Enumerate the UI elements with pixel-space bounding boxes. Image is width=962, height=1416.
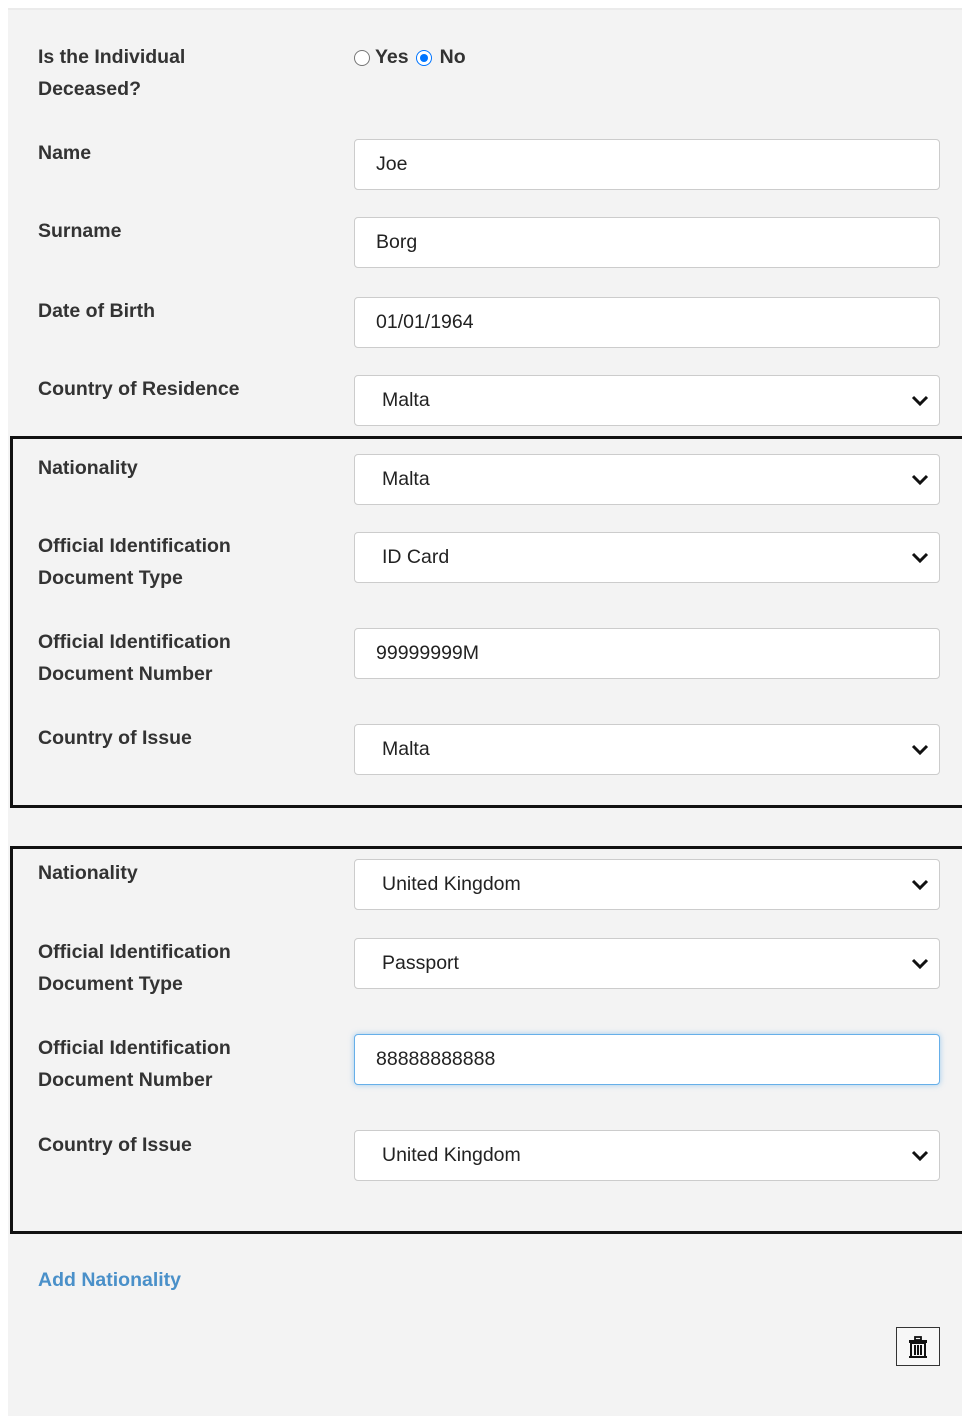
deceased-yes-radio[interactable] [354, 49, 370, 66]
deceased-label-line2: Deceased? [38, 78, 141, 100]
name-value: Joe [376, 153, 408, 175]
doc-type-label-2: Official Identification Document Type [38, 936, 231, 1000]
doc-number-label-2-line2: Document Number [38, 1069, 213, 1091]
doc-number-label-2-line1: Official Identification [38, 1037, 231, 1059]
deceased-yes-label[interactable]: Yes [375, 46, 409, 69]
chevron-down-icon [911, 474, 929, 485]
surname-value: Borg [376, 231, 418, 253]
deceased-no-label[interactable]: No [440, 46, 466, 69]
chevron-down-icon [911, 958, 929, 969]
chevron-down-icon [911, 395, 929, 406]
nationality-label-2: Nationality [38, 862, 138, 884]
dob-label: Date of Birth [38, 300, 155, 322]
doc-number-label-1-line2: Document Number [38, 663, 213, 685]
doc-type-label-2-line2: Document Type [38, 973, 183, 995]
doc-type-select-1[interactable]: ID Card [354, 532, 940, 583]
nationality-select-2[interactable]: United Kingdom [354, 859, 940, 910]
nationality-select-1[interactable]: Malta [354, 454, 940, 505]
issue-select-2[interactable]: United Kingdom [354, 1130, 940, 1181]
doc-number-value-2: 88888888888 [376, 1048, 496, 1070]
add-nationality-link[interactable]: Add Nationality [38, 1264, 181, 1296]
doc-type-value-2: Passport [382, 952, 459, 974]
surname-input[interactable]: Borg [354, 217, 940, 268]
deceased-radio-group: Yes No [354, 46, 466, 69]
chevron-down-icon [911, 1150, 929, 1161]
residence-select[interactable]: Malta [354, 375, 940, 426]
doc-type-label-1-line2: Document Type [38, 567, 183, 589]
trash-icon [909, 1335, 927, 1358]
residence-value: Malta [382, 389, 430, 411]
doc-type-value-1: ID Card [382, 546, 450, 568]
doc-number-input-1[interactable]: 99999999M [354, 628, 940, 679]
dob-value: 01/01/1964 [376, 311, 474, 333]
chevron-down-icon [911, 552, 929, 563]
name-label: Name [38, 142, 92, 164]
chevron-down-icon [911, 879, 929, 890]
delete-button[interactable] [896, 1327, 940, 1366]
issue-label-2: Country of Issue [38, 1134, 192, 1156]
deceased-label: Is the Individual Deceased? [38, 41, 185, 105]
issue-select-1[interactable]: Malta [354, 724, 940, 775]
issue-label-1: Country of Issue [38, 727, 192, 749]
deceased-label-line1: Is the Individual [38, 46, 186, 68]
name-input[interactable]: Joe [354, 139, 940, 190]
doc-number-input-2[interactable]: 88888888888 [354, 1034, 940, 1085]
nationality-value-1: Malta [382, 468, 430, 490]
issue-value-2: United Kingdom [382, 1144, 521, 1166]
doc-type-label-1-line1: Official Identification [38, 535, 231, 557]
deceased-no-radio[interactable] [415, 49, 432, 66]
doc-number-label-2: Official Identification Document Number [38, 1032, 231, 1096]
issue-value-1: Malta [382, 738, 430, 760]
doc-number-label-1: Official Identification Document Number [38, 626, 231, 690]
doc-number-label-1-line1: Official Identification [38, 631, 231, 653]
doc-type-select-2[interactable]: Passport [354, 938, 940, 989]
surname-label: Surname [38, 220, 122, 242]
doc-type-label-2-line1: Official Identification [38, 941, 231, 963]
dob-input[interactable]: 01/01/1964 [354, 297, 940, 348]
nationality-value-2: United Kingdom [382, 873, 521, 895]
doc-number-value-1: 99999999M [376, 642, 480, 664]
residence-label: Country of Residence [38, 378, 240, 400]
nationality-label-1: Nationality [38, 457, 138, 479]
doc-type-label-1: Official Identification Document Type [38, 530, 231, 594]
chevron-down-icon [911, 744, 929, 755]
panel-top-border [8, 8, 962, 10]
